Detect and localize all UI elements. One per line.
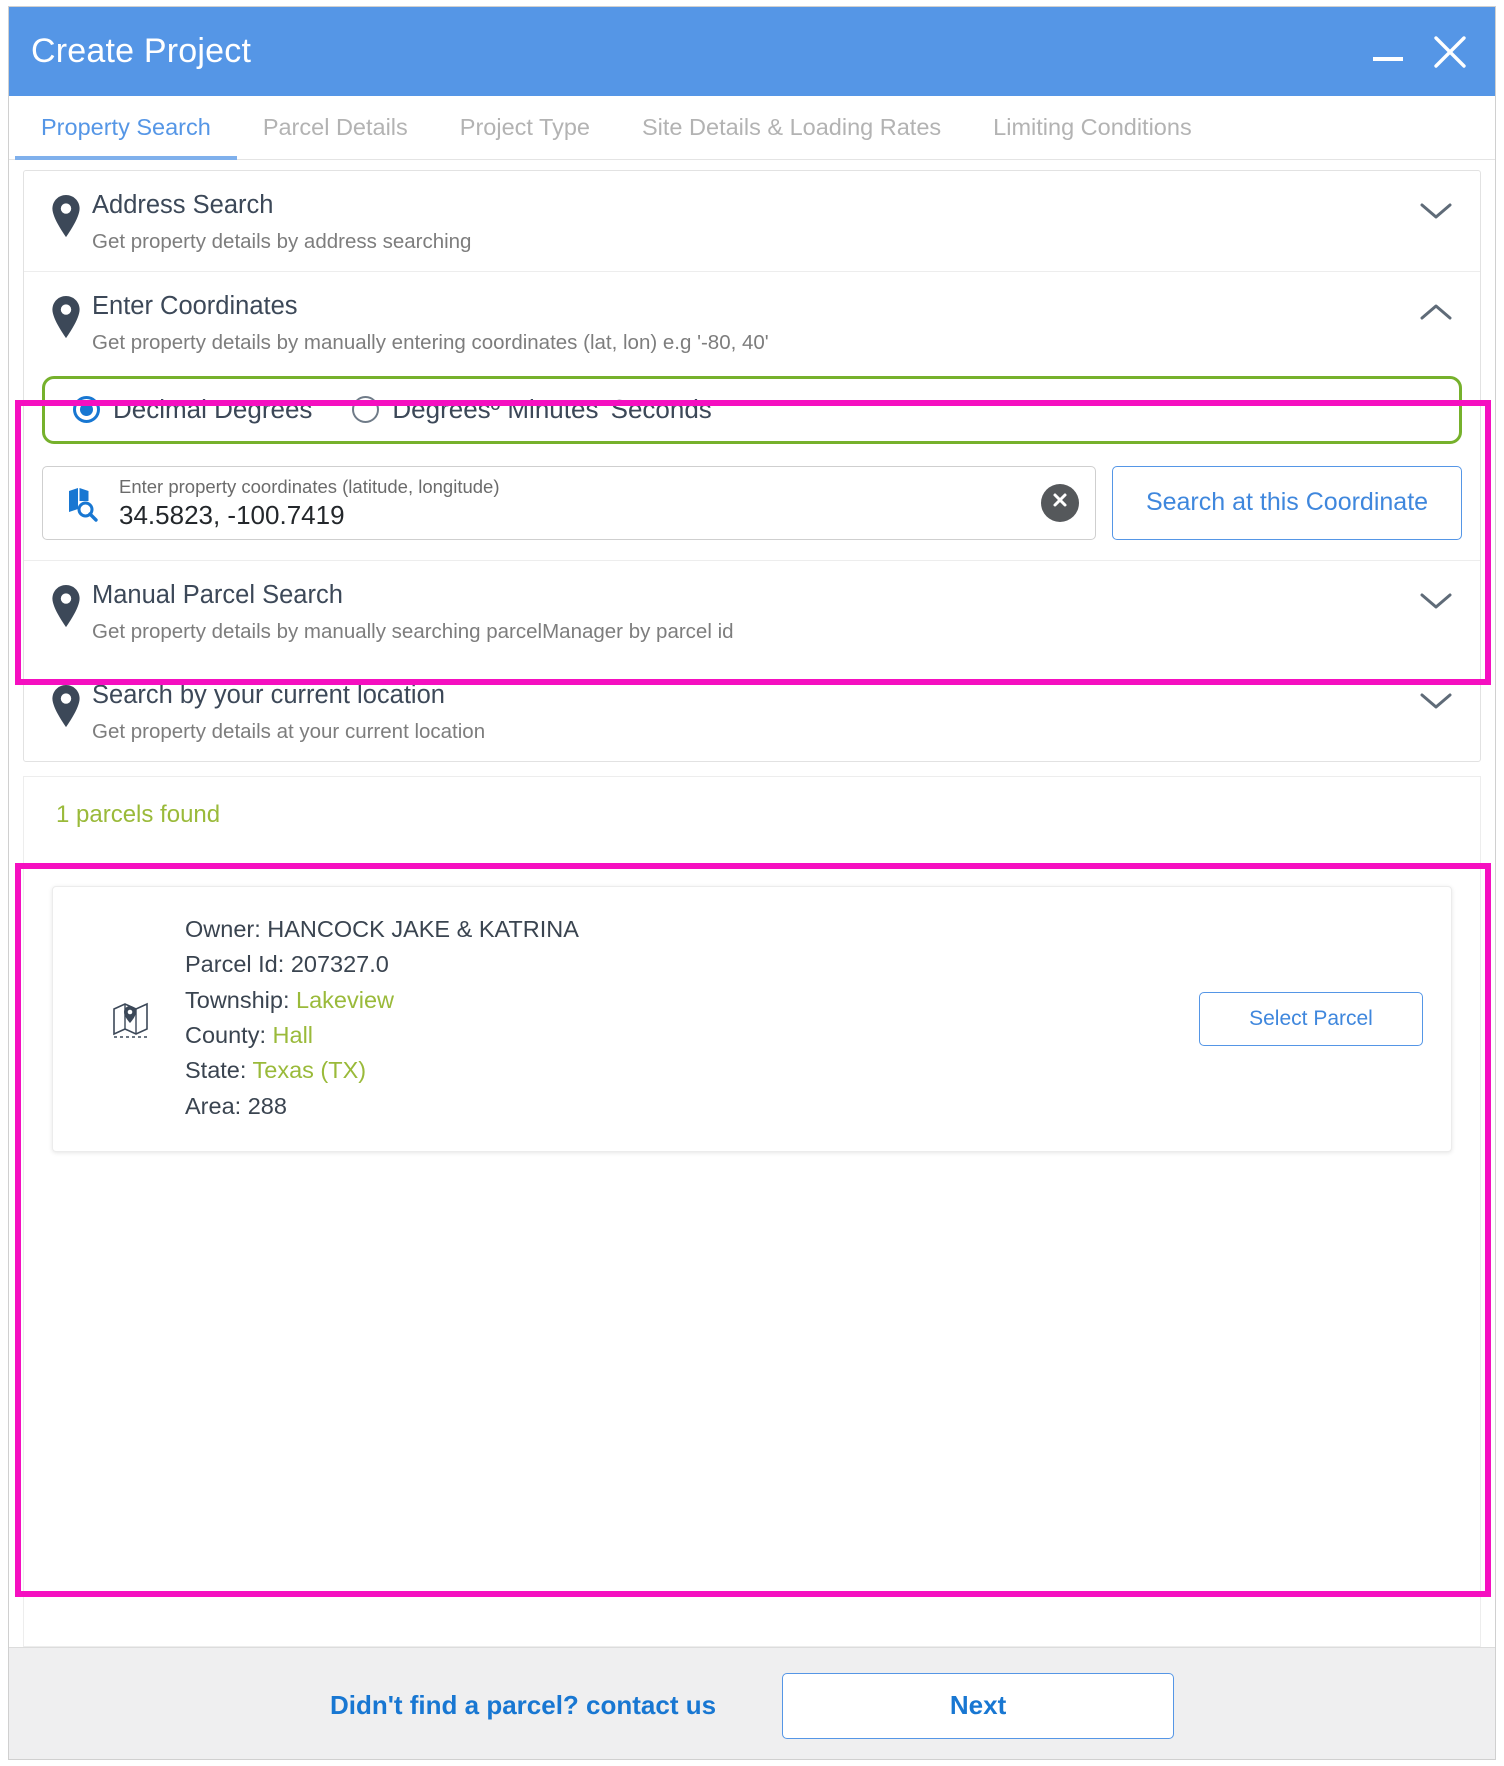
next-button-label: Next xyxy=(949,1690,1007,1720)
tab-limiting-conditions[interactable]: Limiting Conditions xyxy=(967,96,1218,159)
coordinate-input-wrapper[interactable]: Enter property coordinates (latitude, lo… xyxy=(42,465,1096,541)
create-project-window: Create Project Property Search Parcel De… xyxy=(8,6,1496,1760)
select-parcel-label: Select Parcel xyxy=(1249,1006,1373,1030)
radio-mark-icon xyxy=(73,396,100,424)
results-divider xyxy=(52,862,1452,864)
tab-property-search[interactable]: Property Search xyxy=(15,96,237,160)
current-location-text: Search by your current location Get prop… xyxy=(90,677,1410,747)
parcel-info: Owner: HANCOCK JAKE & KATRINA Parcel Id:… xyxy=(185,913,1199,1125)
radio-mark-icon xyxy=(352,396,380,424)
tab-label: Limiting Conditions xyxy=(993,114,1192,140)
coordinate-format-radio-group: Decimal Degrees Degreesº Minutes' Second… xyxy=(42,375,1462,444)
accordion-item-enter-coordinates: Enter Coordinates Get property details b… xyxy=(24,270,1480,560)
enter-coordinates-text: Enter Coordinates Get property details b… xyxy=(90,288,1410,358)
chevron-down-icon[interactable] xyxy=(1410,577,1462,611)
enter-coordinates-subtitle: Get property details by manually enterin… xyxy=(92,331,769,355)
window-title: Create Project xyxy=(31,32,252,70)
dialog-footer: Didn't find a parcel? contact us Next xyxy=(9,1647,1495,1759)
search-results-panel: 1 parcels found Owner: HANCOCK JAKE & KA… xyxy=(23,775,1481,1647)
coordinate-search-row: Enter property coordinates (latitude, lo… xyxy=(42,465,1462,541)
coordinate-input-value[interactable]: 34.5823, -100.7419 xyxy=(119,500,1031,531)
close-button[interactable] xyxy=(1431,33,1469,71)
parcel-owner-label: Owner: xyxy=(185,915,261,942)
map-pin-icon xyxy=(42,677,90,727)
tab-strip: Property Search Parcel Details Project T… xyxy=(9,96,1495,160)
parcel-state-value: Texas (TX) xyxy=(252,1057,367,1084)
current-location-header[interactable]: Search by your current location Get prop… xyxy=(24,661,1480,761)
parcel-owner-line: Owner: HANCOCK JAKE & KATRINA xyxy=(185,913,1199,946)
tab-label: Project Type xyxy=(459,114,590,140)
enter-coordinates-title: Enter Coordinates xyxy=(92,291,298,320)
chevron-down-icon[interactable] xyxy=(1410,187,1462,221)
tab-site-details-loading-rates[interactable]: Site Details & Loading Rates xyxy=(616,96,967,159)
map-pin-icon xyxy=(42,577,90,628)
manual-parcel-search-title: Manual Parcel Search xyxy=(92,581,343,610)
current-location-title: Search by your current location xyxy=(92,680,445,709)
parcel-map-icon xyxy=(75,995,185,1043)
tab-label: Site Details & Loading Rates xyxy=(642,114,942,140)
parcel-result-card[interactable]: Owner: HANCOCK JAKE & KATRINA Parcel Id:… xyxy=(52,885,1452,1153)
dialog-body: Address Search Get property details by a… xyxy=(9,160,1495,1647)
window-controls xyxy=(1371,32,1469,72)
parcel-township-value: Lakeview xyxy=(296,986,395,1013)
accordion-item-manual-parcel-search: Manual Parcel Search Get property detail… xyxy=(24,560,1480,661)
search-at-coordinate-label: Search at this Coordinate xyxy=(1145,488,1429,517)
clear-coordinate-button[interactable] xyxy=(1041,483,1079,522)
accordion-item-current-location: Search by your current location Get prop… xyxy=(24,661,1480,761)
radio-degrees-minutes-seconds-label: Degreesº Minutes' Seconds" xyxy=(392,394,722,425)
coordinate-input-label: Enter property coordinates (latitude, lo… xyxy=(119,475,500,497)
manual-parcel-search-header[interactable]: Manual Parcel Search Get property detail… xyxy=(24,560,1480,661)
tab-parcel-details[interactable]: Parcel Details xyxy=(237,96,434,159)
parcel-owner-value: HANCOCK JAKE & KATRINA xyxy=(267,915,579,942)
close-icon xyxy=(1431,33,1469,71)
clear-icon xyxy=(1050,490,1070,515)
parcel-township-line: Township: Lakeview xyxy=(185,984,1199,1017)
search-method-accordion: Address Search Get property details by a… xyxy=(23,170,1481,762)
tab-label: Parcel Details xyxy=(262,114,408,140)
manual-parcel-search-text: Manual Parcel Search Get property detail… xyxy=(90,577,1410,647)
search-at-coordinate-button[interactable]: Search at this Coordinate xyxy=(1112,465,1462,541)
address-search-text: Address Search Get property details by a… xyxy=(90,187,1410,257)
map-search-icon xyxy=(63,483,103,523)
address-search-title: Address Search xyxy=(92,191,274,219)
manual-parcel-search-subtitle: Get property details by manually searchi… xyxy=(92,620,734,644)
radio-decimal-degrees[interactable]: Decimal Degrees xyxy=(73,394,312,425)
address-search-subtitle: Get property details by address searchin… xyxy=(92,230,472,254)
minimize-button[interactable] xyxy=(1371,32,1405,72)
enter-coordinates-header[interactable]: Enter Coordinates Get property details b… xyxy=(24,270,1480,372)
parcel-county-value: Hall xyxy=(272,1021,314,1048)
chevron-up-icon[interactable] xyxy=(1410,288,1462,322)
address-search-header[interactable]: Address Search Get property details by a… xyxy=(24,171,1480,271)
parcel-state-line: State: Texas (TX) xyxy=(185,1054,1199,1087)
tab-project-type[interactable]: Project Type xyxy=(434,96,616,159)
parcel-id-value: 207327.0 xyxy=(290,951,389,978)
enter-coordinates-panel: Decimal Degrees Degreesº Minutes' Second… xyxy=(24,375,1480,560)
parcel-county-line: County: Hall xyxy=(185,1019,1199,1052)
parcel-township-label: Township: xyxy=(185,986,290,1013)
parcel-county-label: County: xyxy=(185,1021,266,1048)
parcel-area-label: Area: xyxy=(185,1092,242,1119)
tab-label: Property Search xyxy=(41,114,211,140)
parcel-id-label: Parcel Id: xyxy=(185,951,285,978)
chevron-down-icon[interactable] xyxy=(1410,677,1462,711)
parcel-state-label: State: xyxy=(185,1057,247,1084)
accordion-item-address-search: Address Search Get property details by a… xyxy=(24,171,1480,271)
window-title-bar: Create Project xyxy=(9,7,1495,96)
parcel-area-value: 288 xyxy=(247,1092,287,1119)
parcel-id-line: Parcel Id: 207327.0 xyxy=(185,948,1199,981)
map-pin-icon xyxy=(42,187,90,237)
next-button[interactable]: Next xyxy=(782,1672,1175,1739)
parcels-found-count: 1 parcels found xyxy=(56,800,221,828)
contact-us-link[interactable]: Didn't find a parcel? contact us xyxy=(330,1690,716,1721)
coordinate-input-texts: Enter property coordinates (latitude, lo… xyxy=(119,475,1031,531)
select-parcel-button[interactable]: Select Parcel xyxy=(1199,991,1423,1046)
radio-decimal-degrees-label: Decimal Degrees xyxy=(113,394,313,425)
current-location-subtitle: Get property details at your current loc… xyxy=(92,720,486,744)
parcel-area-line: Area: 288 xyxy=(185,1090,1199,1123)
radio-degrees-minutes-seconds[interactable]: Degreesº Minutes' Seconds" xyxy=(352,394,721,425)
minimize-icon xyxy=(1373,38,1403,68)
map-pin-icon xyxy=(42,288,90,338)
